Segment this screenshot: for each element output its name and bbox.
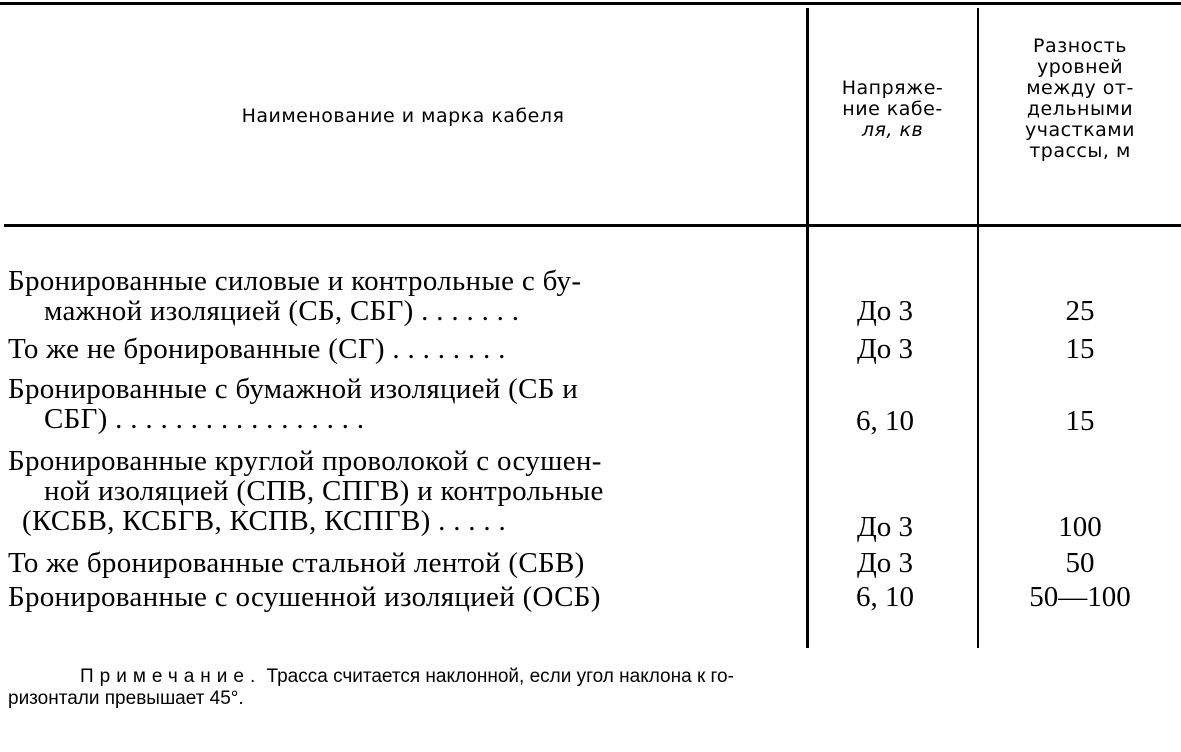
note-line-1: Примечание. Трасса считается наклонной, … bbox=[8, 666, 1178, 688]
header-level-line: трассы, м bbox=[1029, 140, 1131, 162]
table-top-rule bbox=[0, 2, 1181, 5]
header-level-line: уровней bbox=[1036, 56, 1124, 78]
header-voltage: Напряже- ние кабе- ля, кв bbox=[810, 78, 975, 141]
column-divider-2 bbox=[977, 8, 979, 648]
table-row-name: Бронированные с осушенной изоляцией (ОСБ… bbox=[8, 582, 798, 612]
row-voltage: До 3 bbox=[856, 295, 914, 327]
row-voltage: До 3 bbox=[856, 547, 914, 579]
header-level-line: участками bbox=[1025, 119, 1135, 141]
row-level-difference: 100 bbox=[1058, 511, 1102, 543]
table-row-name: Бронированные силовые и контрольные с бу… bbox=[8, 266, 798, 326]
header-name: Наименование и марка кабеля bbox=[241, 105, 565, 127]
row-name-line: СБГ) . . . . . . . . . . . . . . . . . bbox=[44, 403, 365, 435]
table-row-name: То же не бронированные (СГ) . . . . . . … bbox=[8, 334, 798, 364]
row-level-difference: 15 bbox=[1065, 333, 1095, 365]
header-level-line: между от- bbox=[1026, 77, 1134, 99]
row-level-difference: 15 bbox=[1065, 405, 1095, 437]
note-text: Трасса считается наклонной, если угол на… bbox=[266, 666, 734, 687]
table-note: Примечание. Трасса считается наклонной, … bbox=[8, 666, 1178, 710]
row-name-line: мажной изоляцией (СБ, СБГ) . . . . . . . bbox=[44, 295, 520, 327]
row-name-line: То же бронированные стальной лентой (СБВ… bbox=[8, 547, 585, 579]
row-name-line: Бронированные с осушенной изоляцией (ОСБ… bbox=[8, 581, 601, 613]
header-voltage-line: ние кабе- bbox=[842, 98, 943, 120]
header-level-line: Разность bbox=[1033, 35, 1127, 57]
row-name-line: Бронированные круглой проволокой с осуше… bbox=[8, 445, 602, 477]
row-voltage: 6, 10 bbox=[856, 405, 914, 437]
row-voltage: 6, 10 bbox=[856, 581, 914, 613]
note-label: Примечание. bbox=[80, 666, 262, 687]
row-name-line: Бронированные силовые и контрольные с бу… bbox=[8, 265, 582, 297]
column-divider-1 bbox=[806, 8, 809, 648]
table-header-rule bbox=[4, 224, 1181, 227]
row-name-line: ной изоляцией (СПВ, СПГВ) и контрольные bbox=[44, 475, 604, 507]
row-level-difference: 50—100 bbox=[1029, 581, 1131, 613]
header-level-difference: Разность уровней между от- дельными учас… bbox=[980, 36, 1180, 162]
row-level-difference: 25 bbox=[1065, 295, 1095, 327]
row-voltage: До 3 bbox=[856, 511, 914, 543]
header-voltage-line: Напряже- bbox=[841, 77, 944, 99]
row-voltage: До 3 bbox=[856, 333, 914, 365]
row-name-line: Бронированные с бумажной изоляцией (СБ и bbox=[8, 373, 579, 405]
table-row-name: Бронированные круглой проволокой с осуше… bbox=[8, 446, 798, 536]
row-level-difference: 50 bbox=[1065, 547, 1095, 579]
header-voltage-line: ля, кв bbox=[861, 119, 924, 141]
row-name-line: (КСБВ, КСБГВ, КСПВ, КСПГВ) . . . . . bbox=[22, 505, 507, 537]
row-name-line: То же не бронированные (СГ) . . . . . . … bbox=[8, 333, 506, 365]
header-level-line: дельными bbox=[1026, 98, 1134, 120]
table-row-name: То же бронированные стальной лентой (СБВ… bbox=[8, 548, 798, 578]
note-line-2: ризонтали превышает 45°. bbox=[8, 688, 244, 709]
table-row-name: Бронированные с бумажной изоляцией (СБ и… bbox=[8, 374, 798, 434]
